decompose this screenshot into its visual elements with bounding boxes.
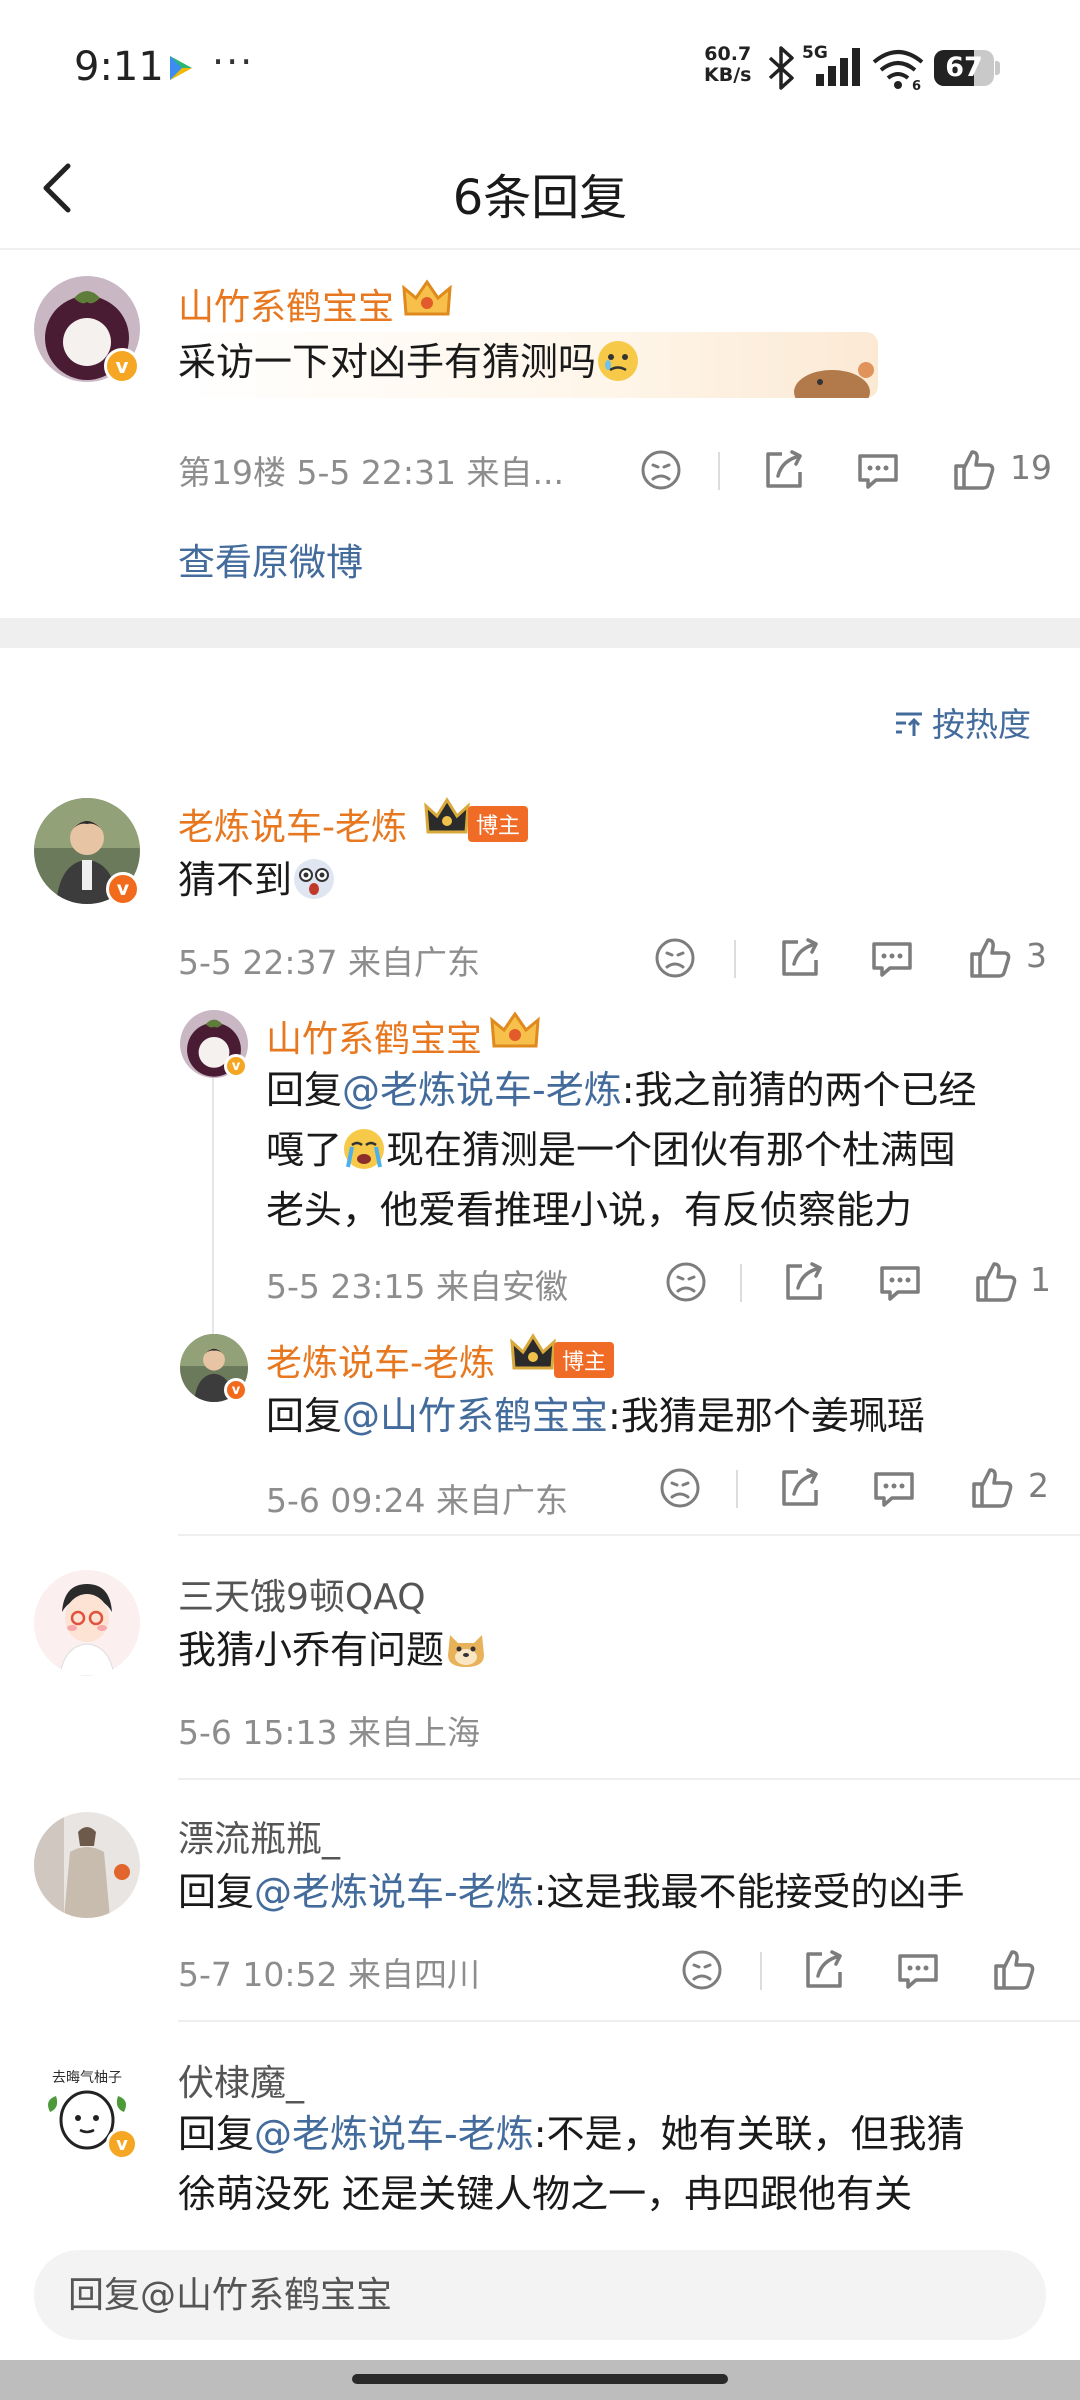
verified-icon: v — [106, 2128, 138, 2160]
signal-icon: 5G — [802, 43, 860, 86]
bluetooth-icon — [768, 46, 794, 90]
dislike-icon[interactable] — [662, 1258, 710, 1306]
share-icon[interactable] — [776, 934, 824, 982]
mention-link[interactable]: @老炼说车-老炼 — [254, 2112, 534, 2156]
battery-level: 67 — [945, 52, 983, 83]
username[interactable]: 山竹系鹤宝宝 — [178, 278, 394, 330]
comment-meta: 5-5 22:37 来自广东 — [178, 943, 480, 982]
divider — [178, 1778, 1080, 1780]
like-icon[interactable] — [950, 446, 998, 494]
battery-icon: 67 — [934, 50, 1000, 86]
svg-text:去晦气柚子: 去晦气柚子 — [52, 2070, 122, 2086]
username[interactable]: 老炼说车-老炼 — [178, 798, 407, 850]
svg-text:6: 6 — [912, 79, 921, 90]
comment-text: 回复@老炼说车-老炼:这是我最不能接受的凶手 — [178, 1870, 965, 1914]
svg-text:5G: 5G — [802, 43, 828, 63]
comment-text: 采访一下对凶手有猜测吗 — [178, 332, 878, 398]
navigation-bar — [0, 2360, 1080, 2400]
username[interactable]: 漂流瓶瓶_ — [178, 1810, 340, 1862]
comment-meta: 5-5 23:15 来自安徽 — [266, 1267, 568, 1306]
comment-meta: 5-6 09:24 来自广东 — [266, 1481, 568, 1520]
comment-text: 回复@山竹系鹤宝宝:我猜是那个姜珮瑶 — [266, 1394, 925, 1438]
reply-input[interactable] — [68, 2250, 1008, 2340]
like-count: 1 — [1030, 1260, 1051, 1299]
like-count: 3 — [1026, 936, 1047, 975]
crying-emoji-icon — [344, 1129, 385, 1169]
comment-actions: 3 — [632, 934, 1052, 990]
section-divider — [0, 618, 1080, 648]
comment-text: 猜不到 — [178, 850, 336, 910]
like-count: 19 — [1010, 448, 1052, 487]
sort-button[interactable]: 按热度 — [892, 698, 1031, 746]
net-speed: 60.7 KB/s — [704, 43, 752, 86]
dislike-icon[interactable] — [678, 1946, 726, 1994]
like-icon[interactable] — [966, 934, 1014, 982]
mention-link[interactable]: @老炼说车-老炼 — [342, 1068, 622, 1112]
dislike-icon[interactable] — [637, 446, 685, 494]
share-icon[interactable] — [776, 1464, 824, 1512]
verified-icon: v — [104, 348, 140, 384]
comment-icon[interactable] — [868, 934, 916, 982]
capybara-sticker-icon — [794, 362, 874, 398]
view-original-link[interactable]: 查看原微博 — [178, 532, 363, 586]
comment-actions: 2 — [632, 1464, 1052, 1520]
comment-icon[interactable] — [876, 1258, 924, 1306]
home-indicator[interactable] — [352, 2374, 728, 2384]
avatar[interactable] — [34, 1812, 140, 1918]
mention-link[interactable]: @老炼说车-老炼 — [254, 1870, 534, 1914]
avatar[interactable] — [34, 1570, 140, 1676]
divider — [178, 2020, 1080, 2022]
comment-meta: 5-7 10:52 来自四川 — [178, 1955, 480, 1994]
status-time: 9:11 — [74, 44, 164, 90]
thread-line — [212, 1070, 214, 1350]
username[interactable]: 山竹系鹤宝宝 — [266, 1010, 482, 1062]
comment-text: 我猜小乔有问题 — [178, 1620, 488, 1680]
comment-text: 回复@老炼说车-老炼:不是，她有关联，但我猜 徐萌没死 还是关键人物之一，冉四跟… — [178, 2112, 965, 2216]
host-tag: 博主 — [554, 1342, 615, 1378]
host-tag: 博主 — [468, 806, 529, 842]
title-bar: 6条回复 — [0, 130, 1080, 250]
crown-icon — [402, 279, 452, 316]
doge-emoji-icon — [448, 1635, 485, 1667]
page-title: 6条回复 — [452, 170, 628, 226]
divider — [178, 1534, 1080, 1536]
crying-emoji-icon — [598, 341, 639, 381]
comment-actions — [632, 1946, 1052, 2002]
dislike-icon[interactable] — [651, 934, 699, 982]
verified-icon: v — [224, 1378, 248, 1402]
comment-actions: 19 — [632, 446, 1052, 502]
reply-input-container[interactable] — [34, 2250, 1046, 2340]
wifi-icon: 6 — [872, 50, 924, 90]
dislike-icon[interactable] — [656, 1464, 704, 1512]
comment-meta: 第19楼 5-5 22:31 来自... — [178, 453, 564, 492]
username[interactable]: 三天饿9顿QAQ — [178, 1568, 426, 1620]
like-icon[interactable] — [990, 1946, 1038, 1994]
share-icon[interactable] — [760, 446, 808, 494]
verified-icon: v — [106, 872, 140, 906]
share-icon[interactable] — [800, 1946, 848, 1994]
share-icon[interactable] — [780, 1258, 828, 1306]
crown-icon — [424, 797, 470, 834]
username[interactable]: 伏棣魔_ — [178, 2054, 304, 2106]
comment-icon[interactable] — [870, 1464, 918, 1512]
sort-icon — [896, 712, 922, 736]
crown-icon — [490, 1011, 540, 1048]
comment-text: 回复@老炼说车-老炼:我之前猜的两个已经 嘎了 现在猜测是一个团伙有那个杜满囤 老… — [266, 1068, 977, 1232]
like-count: 2 — [1028, 1466, 1049, 1505]
mention-link[interactable]: @山竹系鹤宝宝 — [342, 1394, 608, 1438]
status-bar: 9:11 ··· 60.7 KB/s 5G 6 67 — [0, 0, 1080, 130]
username[interactable]: 老炼说车-老炼 — [266, 1334, 495, 1386]
verified-icon: v — [224, 1054, 248, 1078]
more-notifications-icon: ··· — [212, 40, 255, 84]
like-icon[interactable] — [968, 1464, 1016, 1512]
play-store-icon — [170, 56, 192, 80]
surprised-emoji-icon — [294, 859, 335, 899]
comment-icon[interactable] — [854, 446, 902, 494]
comment-actions: 1 — [632, 1258, 1052, 1314]
crown-icon — [510, 1333, 556, 1370]
comment-meta: 5-6 15:13 来自上海 — [178, 1713, 480, 1752]
like-icon[interactable] — [972, 1258, 1020, 1306]
comment-icon[interactable] — [894, 1946, 942, 1994]
